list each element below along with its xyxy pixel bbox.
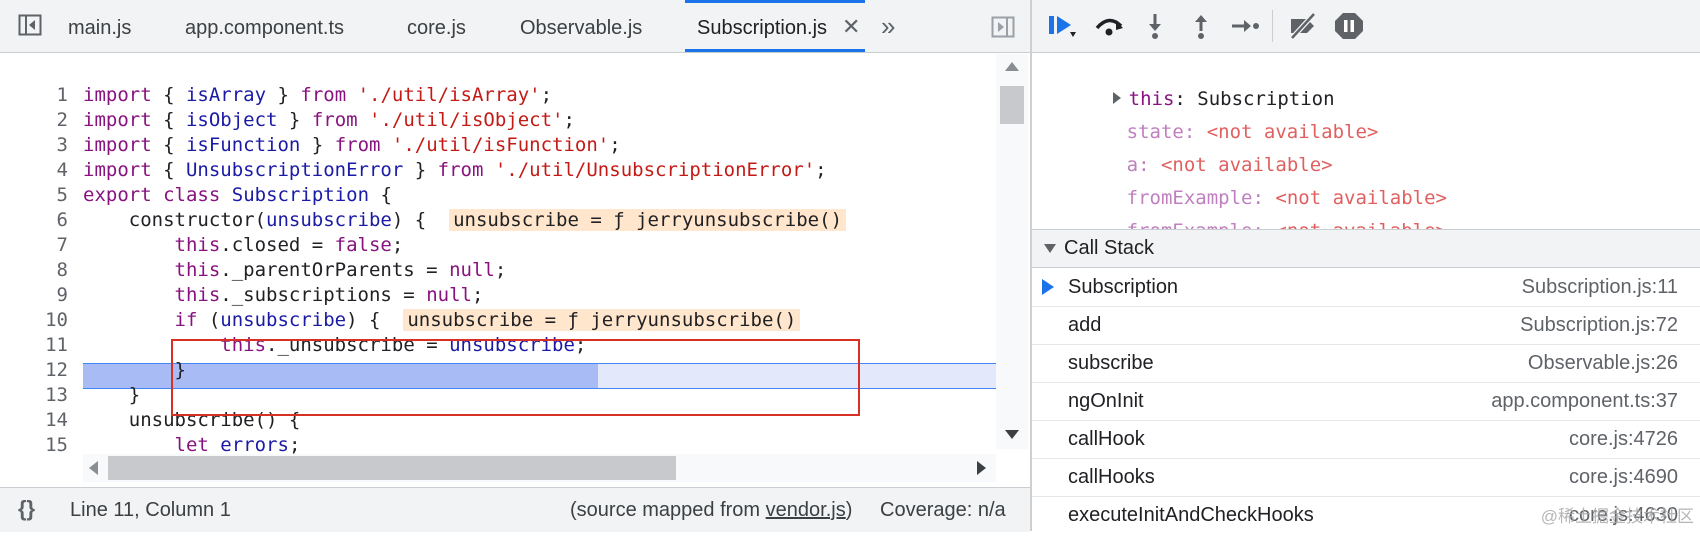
step-icon[interactable] — [1228, 10, 1262, 42]
current-frame-arrow-icon — [1042, 279, 1054, 295]
scroll-down-icon[interactable] — [1005, 430, 1019, 439]
frame-location[interactable]: app.component.ts:37 — [1491, 382, 1678, 420]
scope-var-row: a: <not available> — [1126, 154, 1333, 176]
code-line-current: 11 this._unsubscribe = unsubscribe; — [0, 308, 996, 356]
source-mapped-link[interactable]: vendor.js — [766, 499, 846, 521]
frame-name: subscribe — [1068, 352, 1154, 374]
tab-app-component-ts[interactable]: app.component.ts — [185, 0, 344, 52]
horizontal-scroll-thumb[interactable] — [108, 456, 676, 480]
call-stack-header[interactable]: Call Stack — [1032, 229, 1700, 268]
watermark: @稀土掘金技术社区 — [1540, 507, 1694, 526]
call-stack-title: Call Stack — [1064, 237, 1155, 259]
step-out-icon[interactable] — [1184, 10, 1218, 42]
close-tab-icon[interactable]: ✕ — [842, 14, 860, 40]
resume-icon[interactable] — [1046, 10, 1080, 42]
frame-location[interactable]: Subscription.js:11 — [1522, 268, 1678, 306]
call-frame[interactable]: ngOnInit app.component.ts:37 — [1032, 382, 1700, 421]
code-line: 2 import { isObject } from './util/isObje… — [0, 83, 996, 131]
frame-location[interactable]: core.js:4726 — [1569, 420, 1678, 458]
annotation-highlight-box — [171, 339, 860, 416]
call-frame[interactable]: callHook core.js:4726 — [1032, 420, 1700, 459]
frame-name: add — [1068, 314, 1102, 336]
tab-subscription-js[interactable]: Subscription.js — [684, 0, 866, 52]
cursor-position: Line 11, Column 1 — [70, 499, 231, 521]
source-mapped-prefix: (source mapped from — [570, 499, 766, 521]
code-line: 1 import { isArray } from './util/isArray… — [0, 58, 996, 106]
call-frame[interactable]: callHooks core.js:4690 — [1032, 458, 1700, 497]
frame-name: callHook — [1068, 428, 1145, 450]
vertical-scrollbar[interactable] — [996, 54, 1028, 449]
code-line: 4 import { UnsubscriptionError } from './… — [0, 133, 996, 181]
step-over-icon[interactable] — [1092, 10, 1126, 42]
source-mapped-suffix: ) — [845, 499, 853, 521]
editor-tab-bar: main.js app.component.ts core.js Observa… — [0, 0, 1030, 53]
frame-location[interactable]: core.js:4690 — [1569, 458, 1678, 496]
code-line: 9 this._subscriptions = null; — [0, 258, 996, 306]
call-frame-current[interactable]: Subscription Subscription.js:11 — [1032, 268, 1700, 307]
code-view[interactable]: 1 import { isArray } from './util/isArray… — [0, 54, 996, 454]
code-line: 8 this._parentOrParents = null; — [0, 233, 996, 281]
scope-var-row: state: <not available> — [1126, 121, 1379, 143]
pretty-print-icon[interactable]: {} — [18, 496, 35, 522]
more-tabs-icon[interactable]: » — [881, 11, 895, 42]
debugger-sidebar: this: Subscription state: <not available… — [1032, 0, 1700, 531]
toggle-navigator-icon[interactable] — [18, 13, 42, 37]
source-mapped-info: (source mapped from vendor.js) — [570, 499, 852, 522]
collapse-triangle-icon[interactable] — [1044, 244, 1056, 253]
code-line: 7 this.closed = false; — [0, 208, 996, 256]
code-line: 10 if (unsubscribe) { unsubscribe = ƒ je… — [0, 283, 996, 331]
tab-observable-js[interactable]: Observable.js — [520, 0, 642, 52]
toolbar-divider — [1272, 10, 1273, 42]
scope-pane: this: Subscription state: <not available… — [1032, 52, 1700, 242]
sources-editor-pane: main.js app.component.ts core.js Observa… — [0, 0, 1032, 532]
tab-main-js[interactable]: main.js — [68, 0, 131, 52]
step-into-icon[interactable] — [1138, 10, 1172, 42]
code-line: 6 constructor(unsubscribe) { unsubscribe… — [0, 183, 996, 231]
scope-this-row[interactable]: this: Subscription — [1044, 54, 1335, 110]
scroll-up-icon[interactable] — [1005, 62, 1019, 71]
vertical-scroll-thumb[interactable] — [1000, 86, 1024, 124]
frame-name: Subscription — [1068, 276, 1179, 298]
deactivate-breakpoints-icon[interactable] — [1286, 10, 1320, 42]
frame-location[interactable]: Subscription.js:72 — [1520, 306, 1678, 344]
code-line: 3 import { isFunction } from './util/isFu… — [0, 108, 996, 156]
code-line: 16 if (this.closed) { — [0, 433, 996, 454]
horizontal-scrollbar[interactable] — [83, 454, 996, 482]
code-line: 5 export class Subscription { — [0, 158, 996, 206]
frame-name: executeInitAndCheckHooks — [1068, 504, 1314, 526]
frame-location[interactable]: Observable.js:26 — [1528, 344, 1678, 382]
pause-on-exceptions-icon[interactable] — [1332, 10, 1366, 42]
call-frame[interactable]: add Subscription.js:72 — [1032, 306, 1700, 345]
scope-var-row: fromExample: <not available> — [1126, 187, 1447, 209]
toggle-debugger-icon[interactable] — [991, 15, 1015, 39]
scroll-right-icon[interactable] — [977, 461, 986, 475]
tab-core-js[interactable]: core.js — [407, 0, 466, 52]
frame-name: callHooks — [1068, 466, 1155, 488]
coverage-info: Coverage: n/a — [880, 499, 1006, 521]
scroll-left-icon[interactable] — [89, 461, 98, 475]
editor-status-bar: {} Line 11, Column 1 (source mapped from… — [0, 487, 1030, 532]
debugger-toolbar — [1032, 0, 1700, 53]
call-frame[interactable]: subscribe Observable.js:26 — [1032, 344, 1700, 383]
scope-var-row: fromExample: <not available> — [1058, 186, 1447, 242]
frame-name: ngOnInit — [1068, 390, 1144, 412]
